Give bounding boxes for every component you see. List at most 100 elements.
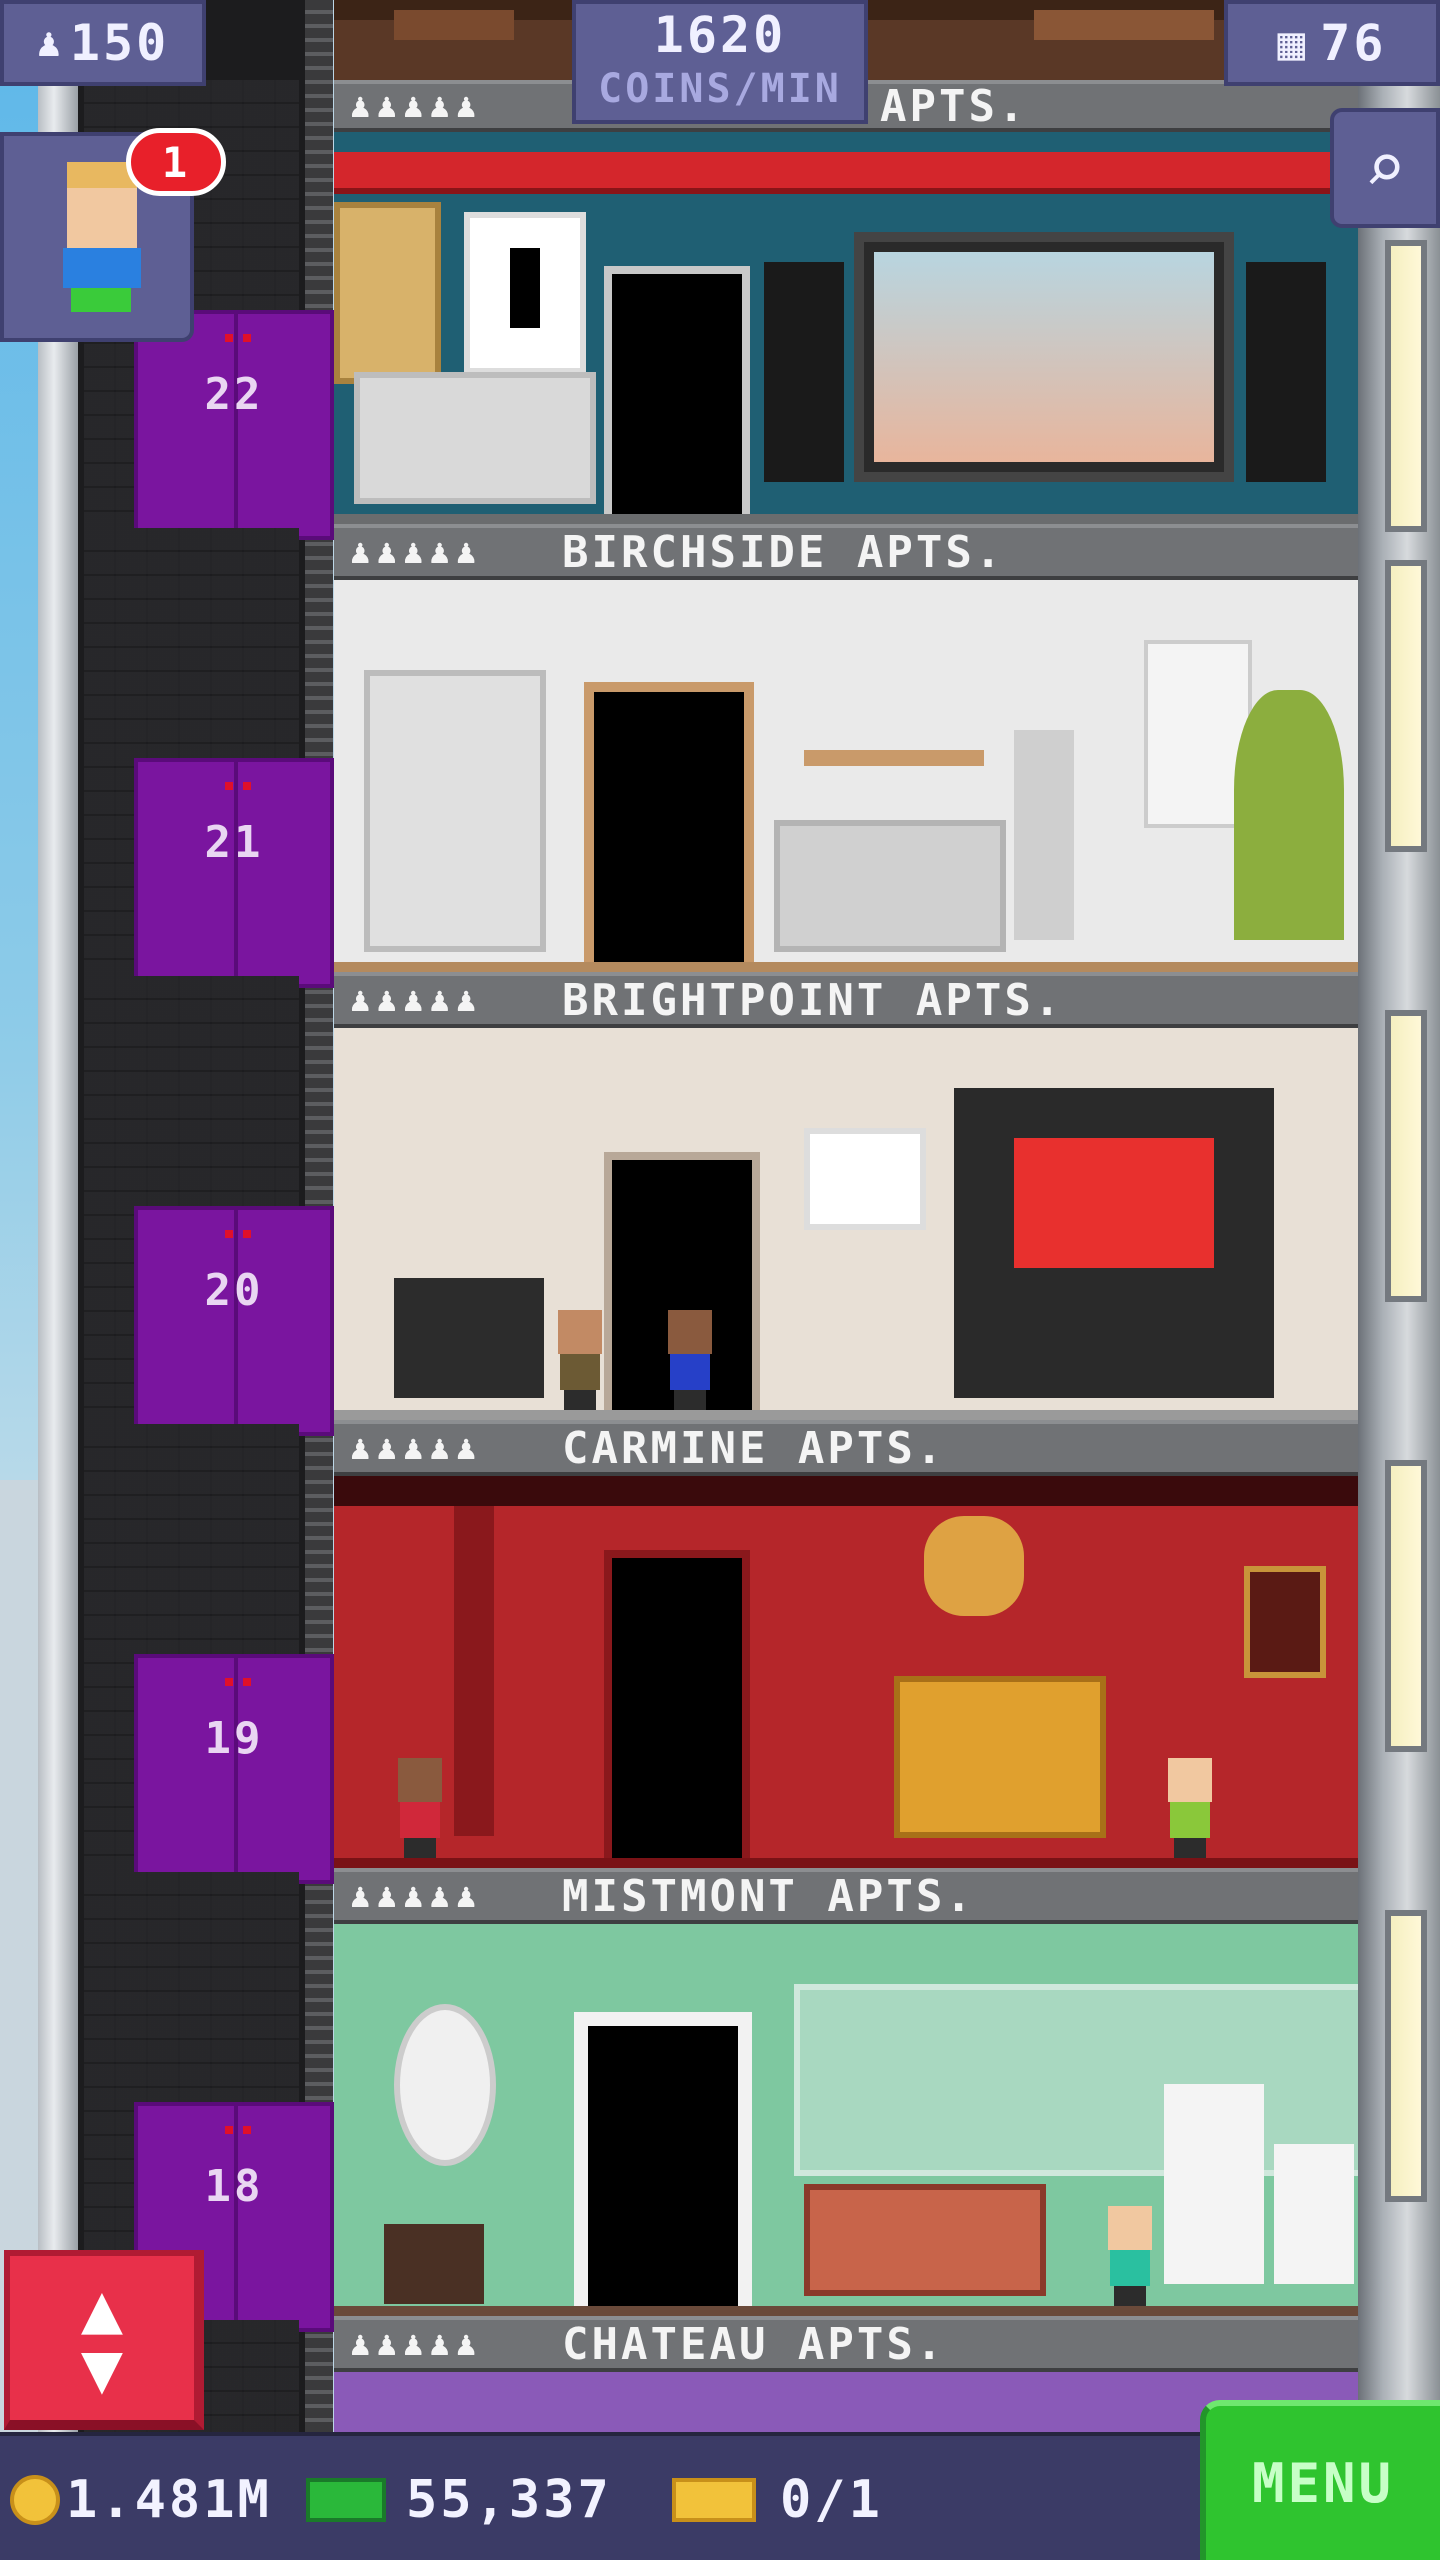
bat-eyes [221, 1678, 255, 1686]
bookshelf [364, 670, 546, 952]
apartment-door[interactable] [574, 2012, 752, 2306]
floor-label-bar: ♟♟♟♟♟ CARMINE APTS. [334, 1420, 1358, 1476]
floor-19-mistmont[interactable]: ♟♟♟♟♟ MISTMONT APTS. [334, 1476, 1358, 1924]
coins-per-min-unit: COINS/MIN [598, 66, 842, 112]
tower-window [1385, 1910, 1427, 2202]
building-icon: ▦ [1277, 16, 1309, 70]
bat-eyes [221, 334, 255, 342]
search-button[interactable]: ⌕ [1330, 108, 1440, 228]
elevator-floor-number: 22 [204, 369, 264, 420]
tickets-stat[interactable]: 0/1 [672, 2470, 883, 2530]
floor-label-bar: ♟♟♟♟♟ BIRCHSIDE APTS. [334, 524, 1358, 580]
floor-name: APTS. [880, 80, 1028, 132]
coins-value: 1.481M [66, 2470, 272, 2530]
tv-cabinet [954, 1088, 1274, 1398]
dining-table [394, 1278, 544, 1398]
menu-button[interactable]: MENU [1200, 2400, 1440, 2560]
elevator-floor-number: 18 [204, 2161, 264, 2212]
tower-window [1385, 560, 1427, 852]
floor-22-birchside[interactable]: ♟♟♟♟♟ BIRCHSIDE APTS. [334, 132, 1358, 580]
framed-poster [334, 202, 441, 384]
resident[interactable] [394, 1758, 446, 1858]
stove [1274, 2144, 1354, 2284]
floor-name: BRIGHTPOINT APTS. [562, 974, 1064, 1026]
elevator-door-21[interactable]: 21 [134, 758, 334, 988]
floor-18-chateau[interactable]: ♟♟♟♟♟ CHATEAU APTS. [334, 1924, 1358, 2372]
floor-lamp [1014, 730, 1074, 940]
column [454, 1506, 494, 1836]
bed [894, 1676, 1106, 1838]
floor-label-bar: ♟♟♟♟♟ MISTMONT APTS. [334, 1868, 1358, 1924]
resident[interactable] [554, 1310, 606, 1410]
floor-rating-stars: ♟♟♟♟♟ [350, 1428, 483, 1468]
floor-21-brightpoint[interactable]: ♟♟♟♟♟ BRIGHTPOINT APTS. [334, 580, 1358, 1028]
speaker [1246, 262, 1326, 482]
framed-poster [464, 212, 586, 374]
floor-name: BIRCHSIDE APTS. [562, 526, 1005, 578]
bux-icon [306, 2478, 386, 2522]
ticket-icon [672, 2478, 756, 2522]
resident[interactable] [1164, 1758, 1216, 1858]
red-rail [334, 152, 1358, 194]
elevator-door-20[interactable]: 20 [134, 1206, 334, 1436]
floor-name: MISTMONT APTS. [562, 1870, 975, 1922]
apartment-door[interactable] [604, 266, 750, 514]
floor-rating-stars: ♟♟♟♟♟ [350, 2324, 483, 2364]
elevator-floor-number: 21 [204, 817, 264, 868]
tower-window [1385, 1010, 1427, 1302]
big-tv [854, 232, 1234, 482]
coins-stat[interactable]: 1.481M [10, 2470, 272, 2530]
potted-plant [1234, 690, 1344, 940]
elevator-control-button[interactable]: ▲ ▼ [4, 2250, 204, 2430]
tower-window [1385, 240, 1427, 532]
tower-left-pillar [38, 0, 78, 2460]
wall-shelf [804, 750, 984, 766]
notification-badge: 1 [126, 128, 226, 196]
floor-label-bar: ♟♟♟♟♟ BRIGHTPOINT APTS. [334, 972, 1358, 1028]
fridge [1164, 2084, 1264, 2284]
red-sofa [804, 2184, 1046, 2296]
coins-per-minute[interactable]: 1620 COINS/MIN [572, 0, 868, 124]
speaker [764, 262, 844, 482]
elevator-floor-number: 19 [204, 1713, 264, 1764]
avatar [47, 162, 147, 312]
magnifier-icon: ⌕ [1363, 127, 1407, 209]
chandelier [924, 1516, 1024, 1616]
elevator-door-19[interactable]: 19 [134, 1654, 334, 1884]
floor-20-carmine[interactable]: ♟♟♟♟♟ CARMINE APTS. [334, 1028, 1358, 1476]
apartment-door[interactable] [584, 682, 754, 962]
floor-rating-stars: ♟♟♟♟♟ [350, 86, 483, 126]
elevator-floor-number: 20 [204, 1265, 264, 1316]
framed-art [1244, 1566, 1326, 1678]
grey-sofa [774, 820, 1006, 952]
bux-stat[interactable]: 55,337 [306, 2470, 612, 2530]
bat-eyes [221, 2126, 255, 2134]
population-counter[interactable]: ♟ 150 [0, 0, 206, 86]
floor-name: CARMINE APTS. [562, 1422, 946, 1474]
wall-painting [804, 1128, 926, 1230]
floor-rating-stars: ♟♟♟♟♟ [350, 980, 483, 1020]
notification-count: 1 [161, 137, 191, 187]
bat-eyes [221, 782, 255, 790]
bat-eyes [221, 1230, 255, 1238]
tickets-value: 0/1 [780, 2470, 883, 2530]
coins-per-min-value: 1620 [653, 6, 787, 64]
resident[interactable] [664, 1310, 716, 1410]
arrow-down-icon: ▼ [80, 2327, 124, 2409]
apartment-door[interactable] [604, 1550, 750, 1858]
tower-window [1385, 1460, 1427, 1752]
side-table [384, 2224, 484, 2304]
elevator-door-22[interactable]: 22 [134, 310, 334, 540]
oval-mirror [394, 2004, 496, 2166]
population-value: 150 [69, 14, 170, 72]
white-sofa [354, 372, 596, 504]
resident[interactable] [1104, 2206, 1156, 2306]
menu-label: MENU [1251, 2451, 1395, 2515]
population-icon: ♟ [36, 20, 64, 66]
coin-icon [10, 2475, 60, 2525]
floor-name: CHATEAU APTS. [562, 2318, 946, 2370]
floor-rating-stars: ♟♟♟♟♟ [350, 532, 483, 572]
floor-count[interactable]: ▦ 76 [1224, 0, 1440, 86]
floor-rating-stars: ♟♟♟♟♟ [350, 1876, 483, 1916]
floor-label-bar: ♟♟♟♟♟ CHATEAU APTS. [334, 2316, 1358, 2372]
